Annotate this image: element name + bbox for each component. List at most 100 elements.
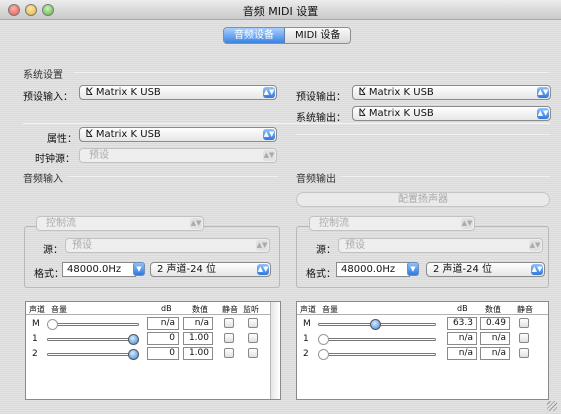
divider xyxy=(26,314,270,315)
output-format-label: 格式： xyxy=(306,269,336,280)
column-header-db: dB xyxy=(161,304,172,313)
value-field[interactable]: 1.00 xyxy=(183,332,213,345)
db-field[interactable]: n/a xyxy=(447,332,477,345)
output-source-value: 预设 xyxy=(345,240,365,251)
value-field[interactable]: n/a xyxy=(480,332,510,345)
output-sample-rate-field[interactable]: 48000.0Hz xyxy=(336,262,410,277)
default-output-value: Matrix K USB xyxy=(368,87,434,98)
mute-checkbox[interactable] xyxy=(224,348,234,358)
output-volume-table: 声道 音量 dB 数值 静音 M 63.3 0.49 1 n/a n/a 2 n… xyxy=(296,301,549,400)
mute-checkbox[interactable] xyxy=(224,333,234,343)
mute-checkbox[interactable] xyxy=(224,318,234,328)
volume-slider[interactable] xyxy=(318,319,436,330)
usb-icon: ⴿ xyxy=(359,87,366,98)
slider-knob[interactable] xyxy=(318,349,329,360)
mute-checkbox[interactable] xyxy=(519,318,529,328)
volume-slider[interactable] xyxy=(318,334,436,345)
volume-slider[interactable] xyxy=(47,349,139,360)
table-scrollbar[interactable] xyxy=(270,302,280,399)
slider-knob[interactable] xyxy=(370,319,382,330)
db-field[interactable]: 63.3 xyxy=(447,317,477,330)
properties-value: Matrix K USB xyxy=(95,129,161,140)
slider-knob[interactable] xyxy=(47,319,58,330)
mute-checkbox[interactable] xyxy=(519,333,529,343)
usb-icon: ⴿ xyxy=(86,129,93,140)
properties-label: 属性： xyxy=(47,134,77,145)
tab-midi-devices[interactable]: MIDI 设备 xyxy=(285,28,351,43)
popup-arrows-icon: ▲▼ xyxy=(256,240,268,251)
default-input-label: 预设输入： xyxy=(23,92,73,103)
input-volume-table: 声道 音量 dB 数值 静音 监听 M n/a n/a 1 0 1.00 2 0… xyxy=(25,301,281,400)
value-field[interactable]: 0.49 xyxy=(480,317,510,330)
clock-source-value: 预设 xyxy=(89,150,109,161)
system-output-label: 系统输出： xyxy=(296,113,346,124)
input-sample-rate-dropdown-icon[interactable]: ▼ xyxy=(133,262,145,276)
channel-label: 2 xyxy=(32,349,38,359)
column-header-db: dB xyxy=(457,304,468,313)
output-stream-popup[interactable]: 控制流 ▲▼ xyxy=(309,216,475,231)
channel-label: 2 xyxy=(303,349,309,359)
popup-arrows-icon: ▲▼ xyxy=(263,87,275,98)
divider xyxy=(341,176,550,177)
popup-arrows-icon: ▲▼ xyxy=(461,218,473,229)
usb-icon: ⴿ xyxy=(86,87,93,98)
default-input-value: Matrix K USB xyxy=(95,87,161,98)
system-output-popup[interactable]: ⴿ Matrix K USB ▲▼ xyxy=(352,106,551,121)
system-output-value: Matrix K USB xyxy=(368,108,434,119)
audio-input-heading: 音频输入 xyxy=(23,174,63,185)
input-stream-popup[interactable]: 控制流 ▲▼ xyxy=(36,216,204,231)
value-field[interactable]: n/a xyxy=(183,317,213,330)
monitor-checkbox[interactable] xyxy=(248,348,258,358)
usb-icon: ⴿ xyxy=(359,108,366,119)
popup-arrows-icon: ▲▼ xyxy=(257,264,269,275)
audio-midi-setup-window: 音频 MIDI 设置 音频设备 MIDI 设备 系统设置 预设输入： ⴿ Matr… xyxy=(0,0,561,414)
title-bar[interactable]: 音频 MIDI 设置 xyxy=(0,0,561,20)
popup-arrows-icon: ▲▼ xyxy=(531,264,543,275)
slider-knob[interactable] xyxy=(128,349,139,360)
popup-arrows-icon: ▲▼ xyxy=(263,129,275,140)
output-stream-value: 控制流 xyxy=(319,218,349,229)
db-field[interactable]: n/a xyxy=(147,317,179,330)
slider-knob[interactable] xyxy=(318,334,329,345)
db-field[interactable]: 0 xyxy=(147,347,179,360)
input-source-popup[interactable]: 预设 ▲▼ xyxy=(65,238,270,253)
value-field[interactable]: 1.00 xyxy=(183,347,213,360)
output-source-popup[interactable]: 预设 ▲▼ xyxy=(338,238,543,253)
divider xyxy=(296,134,550,135)
input-stream-value: 控制流 xyxy=(46,218,76,229)
default-output-popup[interactable]: ⴿ Matrix K USB ▲▼ xyxy=(352,85,551,100)
divider xyxy=(74,72,549,73)
mute-checkbox[interactable] xyxy=(519,348,529,358)
clock-source-popup[interactable]: 预设 ▲▼ xyxy=(79,148,277,163)
output-source-label: 源： xyxy=(316,245,336,256)
tab-audio-devices[interactable]: 音频设备 xyxy=(224,28,285,43)
input-channels-popup[interactable]: 2 声道-24 位 ▲▼ xyxy=(150,262,271,277)
window-title: 音频 MIDI 设置 xyxy=(242,5,319,18)
monitor-checkbox[interactable] xyxy=(248,318,258,328)
configure-speakers-button[interactable]: 配置扬声器 xyxy=(296,192,550,207)
device-tabs: 音频设备 MIDI 设备 xyxy=(223,27,352,44)
volume-slider[interactable] xyxy=(318,349,436,360)
volume-slider[interactable] xyxy=(47,334,139,345)
input-channels-value: 2 声道-24 位 xyxy=(157,264,217,275)
volume-slider[interactable] xyxy=(47,319,139,330)
output-channels-value: 2 声道-24 位 xyxy=(433,264,493,275)
value-field[interactable]: n/a xyxy=(480,347,510,360)
db-field[interactable]: n/a xyxy=(447,347,477,360)
monitor-checkbox[interactable] xyxy=(248,333,258,343)
channel-label: M xyxy=(303,319,311,329)
output-sample-rate-dropdown-icon[interactable]: ▼ xyxy=(407,262,419,276)
system-settings-heading: 系统设置 xyxy=(23,70,63,81)
clock-source-label: 时钟源： xyxy=(35,154,75,165)
input-sample-rate-field[interactable]: 48000.0Hz xyxy=(62,262,136,277)
slider-knob[interactable] xyxy=(128,334,139,345)
popup-arrows-icon: ▲▼ xyxy=(537,87,549,98)
popup-arrows-icon: ▲▼ xyxy=(263,150,275,161)
output-channels-popup[interactable]: 2 声道-24 位 ▲▼ xyxy=(426,262,545,277)
default-output-label: 预设输出： xyxy=(296,92,346,103)
properties-popup[interactable]: ⴿ Matrix K USB ▲▼ xyxy=(79,127,277,142)
default-input-popup[interactable]: ⴿ Matrix K USB ▲▼ xyxy=(79,85,277,100)
input-source-label: 源： xyxy=(43,245,63,256)
resize-grip-icon[interactable] xyxy=(547,401,557,411)
db-field[interactable]: 0 xyxy=(147,332,179,345)
